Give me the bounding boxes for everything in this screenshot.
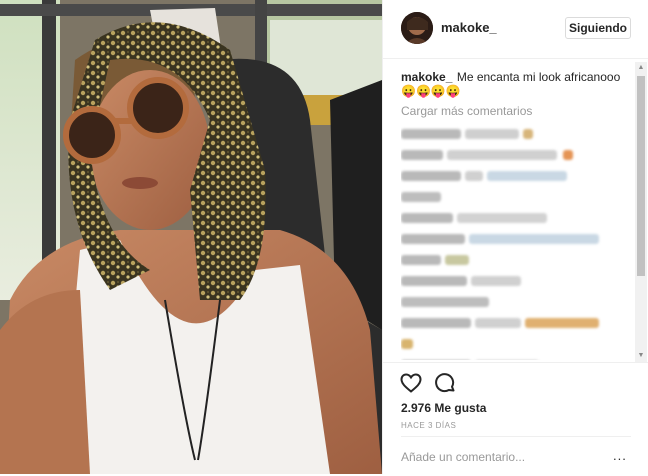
likes-count[interactable]: 2.976 Me gusta	[401, 401, 486, 415]
load-more-comments-link[interactable]: Cargar más comentarios	[401, 104, 631, 118]
post-timestamp[interactable]: HACE 3 DÍAS	[401, 421, 456, 430]
blurred-comment	[401, 213, 631, 223]
heart-icon[interactable]	[399, 371, 423, 395]
blurred-comment	[401, 255, 631, 265]
following-button[interactable]: Siguiendo	[565, 17, 631, 39]
comments-list: makoke_ Me encanta mi look africanooo 😛😛…	[401, 70, 631, 360]
comment-input[interactable]	[401, 447, 606, 467]
post-photo[interactable]	[0, 0, 382, 474]
post-actions: 2.976 Me gusta HACE 3 DÍAS ...	[383, 362, 648, 475]
blurred-comment	[401, 150, 631, 160]
blurred-comment	[401, 318, 631, 328]
caption-text: Me encanta mi look africanooo	[456, 70, 621, 84]
avatar[interactable]	[401, 12, 433, 44]
caption-emoji: 😛😛😛😛	[401, 84, 461, 98]
username-link[interactable]: makoke_	[441, 20, 497, 35]
caption-username[interactable]: makoke_	[401, 70, 452, 84]
scroll-down-arrow-icon[interactable]: ▼	[635, 350, 647, 362]
blurred-comment	[401, 297, 631, 307]
blurred-comment	[401, 276, 631, 286]
scroll-up-arrow-icon[interactable]: ▲	[635, 62, 647, 74]
caption: makoke_ Me encanta mi look africanooo	[401, 70, 631, 84]
post-photo-illustration	[0, 0, 382, 474]
blurred-comment	[401, 192, 631, 202]
blurred-comment	[401, 339, 631, 349]
comments-scrollbar[interactable]: ▲ ▼	[635, 62, 647, 362]
avatar-illustration	[401, 12, 433, 44]
blurred-comment	[401, 129, 631, 139]
scrollbar-thumb[interactable]	[637, 76, 645, 276]
post-header: makoke_ Siguiendo	[383, 0, 648, 59]
post-side-panel: makoke_ Siguiendo makoke_ Me encanta mi …	[382, 0, 648, 474]
comment-form: ...	[401, 436, 631, 476]
blurred-comment	[401, 234, 631, 244]
comment-icon[interactable]	[433, 371, 457, 395]
more-options-icon[interactable]: ...	[613, 449, 627, 462]
blurred-comment	[401, 171, 631, 181]
